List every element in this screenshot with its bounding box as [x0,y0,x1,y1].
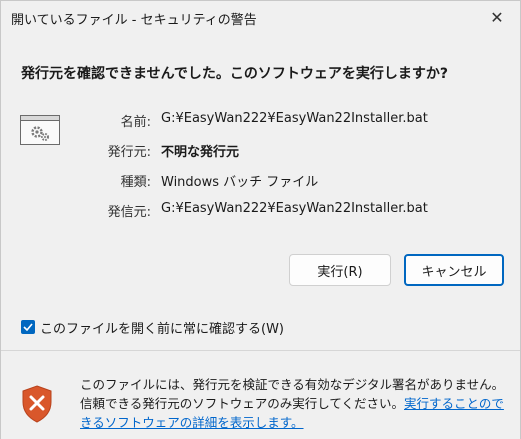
run-button[interactable]: 実行(R) [289,254,391,286]
shield-warning-icon [21,385,53,427]
checkmark-icon [23,323,33,331]
publisher-value: 不明な発行元 [161,145,240,160]
publisher-label: 発行元: [107,145,151,160]
security-warning-dialog: 開いているファイル - セキュリティの警告 ✕ 発行元を確認できませんでした。こ… [0,0,521,439]
cancel-button[interactable]: キャンセル [404,254,504,286]
name-row: 名前: G:¥EasyWan222¥EasyWan22Installer.bat [1,111,521,131]
type-row: 種類: Windows バッチ ファイル [1,171,521,191]
always-ask-label: このファイルを開く前に常に確認する(W) [40,321,284,337]
close-icon: ✕ [490,7,504,27]
window-title: 開いているファイル - セキュリティの警告 [11,13,257,28]
warning-message: このファイルには、発行元を検証できる有効なデジタル署名がありません。信頼できる発… [80,375,516,432]
run-question: 発行元を確認できませんでした。このソフトウェアを実行しますか? [21,66,448,82]
always-ask-checkbox[interactable] [21,320,35,334]
from-label: 発信元: [107,205,151,220]
title-bar: 開いているファイル - セキュリティの警告 ✕ [1,1,520,33]
publisher-row: 発行元: 不明な発行元 [1,141,521,161]
always-ask-checkbox-row[interactable]: このファイルを開く前に常に確認する(W) [21,317,284,337]
from-row: 発信元: G:¥EasyWan222¥EasyWan22Installer.ba… [1,201,521,221]
type-label: 種類: [120,175,151,190]
type-value: Windows バッチ ファイル [161,175,319,190]
name-value: G:¥EasyWan222¥EasyWan22Installer.bat [161,111,428,126]
from-value: G:¥EasyWan222¥EasyWan22Installer.bat [161,201,428,216]
close-button[interactable]: ✕ [474,1,520,33]
name-label: 名前: [120,115,151,130]
